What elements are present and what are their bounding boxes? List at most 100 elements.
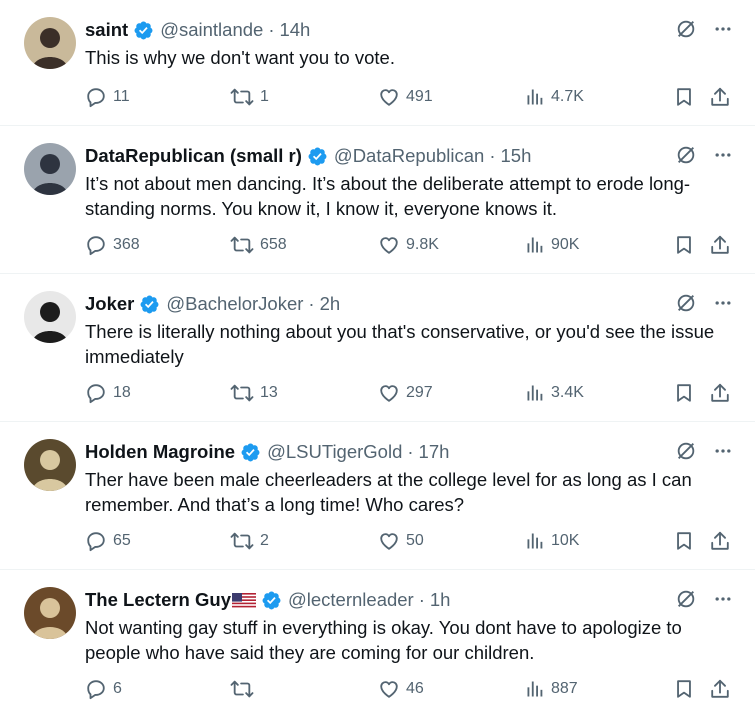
reply-count: 368: [113, 236, 140, 253]
grok-icon[interactable]: [675, 292, 697, 314]
like-count: 491: [406, 88, 433, 105]
tweet[interactable]: saint @saintlande · 14h This is why we d…: [0, 0, 755, 126]
more-icon[interactable]: [713, 19, 733, 39]
reply-icon: [87, 384, 105, 404]
like-button[interactable]: 491: [378, 86, 433, 108]
retweet-button[interactable]: [230, 678, 260, 700]
views-button[interactable]: 10K: [525, 531, 579, 551]
tweet-text: It’s not about men dancing. It’s about t…: [85, 173, 691, 219]
retweet-button[interactable]: 2: [230, 530, 269, 552]
avatar[interactable]: [24, 587, 76, 639]
handle[interactable]: @LSUTigerGold: [267, 441, 402, 463]
handle[interactable]: @saintlande: [160, 19, 263, 41]
retweet-icon: [230, 532, 254, 550]
tweet-header: Holden Magroine @LSUTigerGold · 17h: [85, 437, 735, 467]
separator-dot: ·: [308, 293, 315, 314]
timestamp[interactable]: 2h: [320, 293, 341, 315]
timestamp[interactable]: 17h: [419, 441, 450, 463]
avatar[interactable]: [24, 143, 76, 195]
bookmark-button[interactable]: [673, 86, 701, 108]
views-count: 887: [551, 680, 578, 697]
display-name[interactable]: The Lectern Guy: [85, 589, 231, 611]
avatar[interactable]: [24, 17, 76, 69]
reply-button[interactable]: 18: [85, 382, 131, 404]
retweet-count: 2: [260, 532, 269, 549]
avatar[interactable]: [24, 291, 76, 343]
verified-badge-icon: [241, 443, 260, 461]
like-count: 297: [406, 384, 433, 401]
views-button[interactable]: 3.4K: [525, 383, 584, 403]
retweet-count: 13: [260, 384, 278, 401]
bookmark-button[interactable]: [673, 234, 701, 256]
views-count: 10K: [551, 532, 580, 549]
tweet[interactable]: DataRepublican (small r) @DataRepublican…: [0, 126, 755, 274]
display-name[interactable]: Holden Magroine: [85, 441, 235, 463]
more-icon[interactable]: [713, 441, 733, 461]
like-count: 50: [406, 532, 424, 549]
bookmark-icon: [677, 680, 691, 698]
like-button[interactable]: 9.8K: [378, 234, 439, 256]
like-button[interactable]: 297: [378, 382, 433, 404]
views-button[interactable]: 887: [525, 679, 578, 699]
timestamp[interactable]: 14h: [279, 19, 310, 41]
handle[interactable]: @lecternleader: [288, 589, 414, 611]
like-button[interactable]: 46: [378, 678, 424, 700]
reply-button[interactable]: 11: [85, 86, 130, 108]
more-icon[interactable]: [713, 589, 733, 609]
heart-icon: [380, 385, 398, 402]
separator-dot: ·: [268, 19, 275, 40]
bookmark-button[interactable]: [673, 530, 701, 552]
views-icon: [527, 89, 543, 105]
reply-button[interactable]: 6: [85, 678, 122, 700]
display-name[interactable]: Joker: [85, 293, 134, 315]
display-name[interactable]: saint: [85, 19, 128, 41]
share-button[interactable]: [709, 382, 737, 404]
like-button[interactable]: 50: [378, 530, 424, 552]
reply-count: 65: [113, 532, 131, 549]
bookmark-icon: [677, 88, 691, 106]
share-button[interactable]: [709, 530, 737, 552]
share-button[interactable]: [709, 86, 737, 108]
tweet-actions: 65 2 50 10K: [85, 528, 733, 554]
us-flag-icon: [231, 593, 256, 610]
tweet-actions: 6 46 887: [85, 676, 733, 702]
share-button[interactable]: [709, 234, 737, 256]
views-button[interactable]: 90K: [525, 235, 579, 255]
avatar[interactable]: [24, 439, 76, 491]
grok-icon[interactable]: [675, 18, 697, 40]
more-icon[interactable]: [713, 145, 733, 165]
grok-icon[interactable]: [675, 440, 697, 462]
retweet-button[interactable]: 1: [230, 86, 269, 108]
bookmark-button[interactable]: [673, 678, 701, 700]
reply-count: 6: [113, 680, 122, 697]
views-button[interactable]: 4.7K: [525, 87, 584, 107]
reply-button[interactable]: 368: [85, 234, 140, 256]
tweet-actions: 18 13 297 3.4K: [85, 380, 733, 406]
display-name[interactable]: DataRepublican (small r): [85, 145, 302, 167]
tweet[interactable]: Joker @BachelorJoker · 2h There is liter…: [0, 274, 755, 422]
retweet-icon: [230, 680, 254, 698]
timestamp[interactable]: 1h: [430, 589, 451, 611]
reply-icon: [87, 680, 105, 700]
share-icon: [711, 383, 729, 402]
retweet-button[interactable]: 658: [230, 234, 287, 256]
retweet-button[interactable]: 13: [230, 382, 278, 404]
verified-badge-icon: [134, 21, 153, 39]
tweet-header: Joker @BachelorJoker · 2h: [85, 289, 735, 319]
reply-button[interactable]: 65: [85, 530, 131, 552]
tweet[interactable]: The Lectern Guy @lecternleader · 1h Not …: [0, 570, 755, 718]
tweet[interactable]: Holden Magroine @LSUTigerGold · 17h Ther…: [0, 422, 755, 570]
grok-icon[interactable]: [675, 588, 697, 610]
grok-icon[interactable]: [675, 144, 697, 166]
tweet-text: This is why we don't want you to vote.: [85, 47, 395, 68]
share-button[interactable]: [709, 678, 737, 700]
bookmark-button[interactable]: [673, 382, 701, 404]
timestamp[interactable]: 15h: [501, 145, 532, 167]
views-count: 90K: [551, 236, 580, 253]
separator-dot: ·: [407, 441, 414, 462]
more-icon[interactable]: [713, 293, 733, 313]
handle[interactable]: @DataRepublican: [334, 145, 484, 167]
views-icon: [527, 237, 543, 253]
tweet-text: Ther have been male cheerleaders at the …: [85, 469, 692, 515]
handle[interactable]: @BachelorJoker: [166, 293, 303, 315]
